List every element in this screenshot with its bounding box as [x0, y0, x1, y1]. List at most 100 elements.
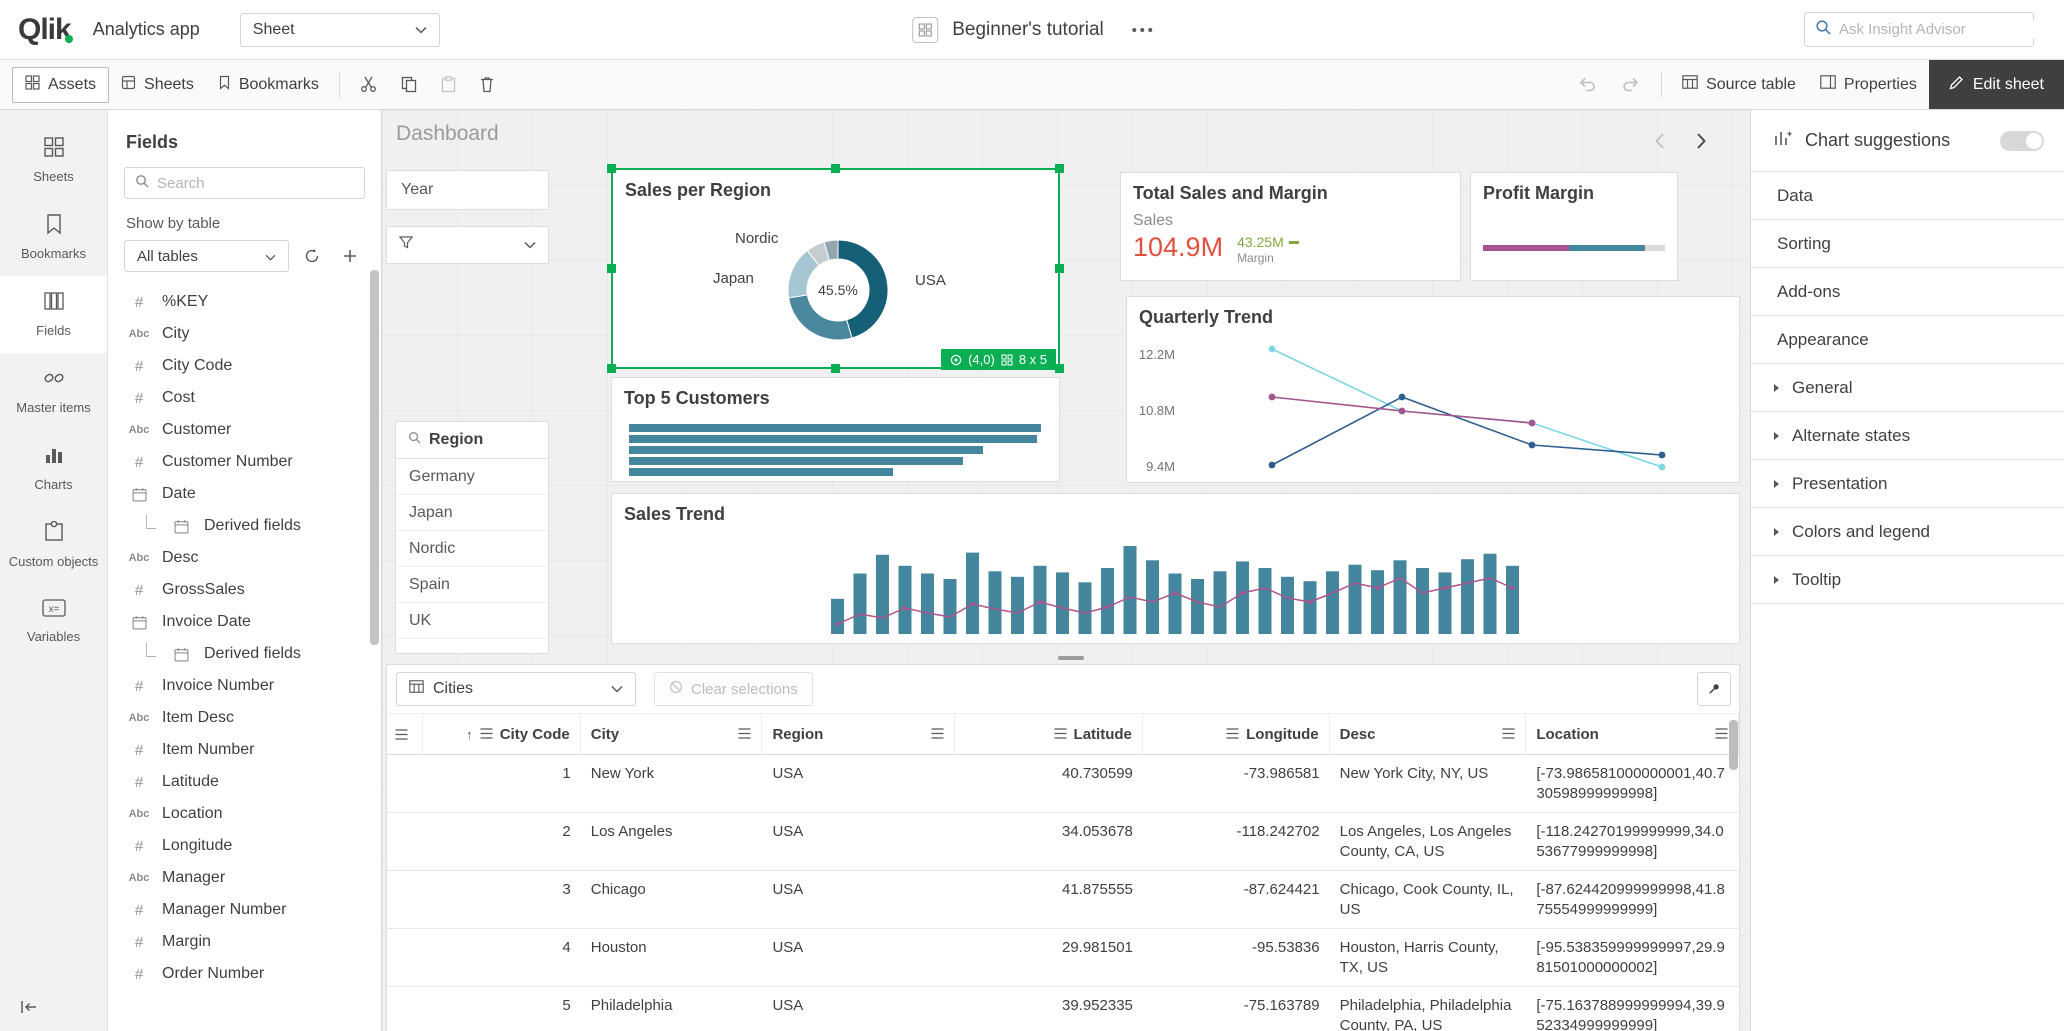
cell-longitude[interactable]: -73.986581 [1143, 755, 1330, 812]
cell-city-code[interactable]: 5 [423, 987, 581, 1031]
fields-search[interactable] [124, 167, 365, 199]
region-option-japan[interactable]: Japan [396, 495, 548, 531]
prop-subsection-presentation[interactable]: Presentation [1751, 460, 2064, 508]
column-header-desc[interactable]: Desc [1330, 714, 1527, 754]
bookmarks-button[interactable]: Bookmarks [206, 68, 331, 102]
field-item-grosssales[interactable]: #GrossSales [108, 574, 381, 606]
resize-handle[interactable] [607, 164, 616, 173]
copy-icon[interactable] [389, 76, 429, 93]
cell-region[interactable]: USA [762, 871, 955, 928]
undo-icon[interactable] [1565, 76, 1609, 93]
next-sheet-icon[interactable] [1686, 126, 1716, 156]
cell-city[interactable]: Philadelphia [581, 987, 763, 1031]
cell-city-code[interactable]: 1 [423, 755, 581, 812]
table-scrollbar[interactable] [1729, 720, 1738, 770]
resize-handle[interactable] [607, 364, 616, 373]
cell-region[interactable]: USA [762, 929, 955, 986]
cell-desc[interactable]: Philadelphia, Philadelphia County, PA, U… [1330, 987, 1527, 1031]
cell-location[interactable]: [-73.986581000000001,40.730598999999998] [1526, 755, 1739, 812]
assets-button[interactable]: Assets [12, 67, 109, 103]
chart-quarterly-trend[interactable]: Quarterly Trend 12.2M10.8M9.4M [1126, 296, 1740, 483]
region-option-spain[interactable]: Spain [396, 567, 548, 603]
cell-longitude[interactable]: -75.163789 [1143, 987, 1330, 1031]
customer-bar[interactable] [629, 424, 1041, 432]
customer-bar[interactable] [629, 446, 983, 454]
clear-selections-button[interactable]: Clear selections [654, 672, 813, 706]
field-item-item-desc[interactable]: AbcItem Desc [108, 702, 381, 734]
cell-desc[interactable]: Los Angeles, Los Angeles County, CA, US [1330, 813, 1527, 870]
field-item-cost[interactable]: #Cost [108, 382, 381, 414]
prop-section-sorting[interactable]: Sorting [1751, 220, 2064, 268]
filter-dropdown[interactable] [386, 226, 549, 264]
delete-icon[interactable] [468, 76, 506, 93]
field-item-latitude[interactable]: #Latitude [108, 766, 381, 798]
resize-handle[interactable] [1055, 364, 1064, 373]
table-row[interactable]: 2Los AngelesUSA34.053678-118.242702Los A… [387, 813, 1739, 871]
cities-dimension-select[interactable]: Cities [396, 672, 636, 706]
previous-sheet-icon[interactable] [1644, 126, 1674, 156]
field-item-order-number[interactable]: #Order Number [108, 958, 381, 986]
column-header-city[interactable]: City [581, 714, 763, 754]
prop-subsection-colors-and-legend[interactable]: Colors and legend [1751, 508, 2064, 556]
source-table-button[interactable]: Source table [1670, 68, 1808, 101]
reload-fields-icon[interactable] [297, 241, 327, 271]
field-item-derived-fields[interactable]: Derived fields [108, 638, 381, 670]
column-header-region[interactable]: Region [762, 714, 955, 754]
cell-region[interactable]: USA [762, 813, 955, 870]
cell-longitude[interactable]: -87.624421 [1143, 871, 1330, 928]
add-field-icon[interactable] [335, 241, 365, 271]
cell-desc[interactable]: Chicago, Cook County, IL, US [1330, 871, 1527, 928]
properties-button[interactable]: Properties [1808, 68, 1929, 101]
paste-icon[interactable] [429, 76, 468, 93]
sheets-button[interactable]: Sheets [109, 68, 206, 102]
rail-item-bookmarks[interactable]: Bookmarks [0, 199, 107, 276]
combo-chart-area[interactable] [612, 494, 1739, 643]
customer-bar[interactable] [629, 435, 1037, 443]
table-row[interactable]: 4HoustonUSA29.981501-95.53836Houston, Ha… [387, 929, 1739, 987]
cell-city-code[interactable]: 4 [423, 929, 581, 986]
prop-subsection-alternate-states[interactable]: Alternate states [1751, 412, 2064, 460]
cell-location[interactable]: [-95.538359999999997,29.981501000000002] [1526, 929, 1739, 986]
chart-sales-per-region[interactable]: Sales per Region 45.5% Nordic Japan USA … [611, 168, 1060, 369]
cell-city[interactable]: Los Angeles [581, 813, 763, 870]
chart-top-5-customers[interactable]: Top 5 Customers [611, 377, 1060, 482]
rail-item-sheets[interactable]: Sheets [0, 122, 107, 199]
column-header-city-code[interactable]: ↑City Code [423, 714, 581, 754]
cell-latitude[interactable]: 34.053678 [955, 813, 1143, 870]
cell-desc[interactable]: Houston, Harris County, TX, US [1330, 929, 1527, 986]
column-menu-icon[interactable] [1502, 726, 1515, 743]
column-menu-icon[interactable] [738, 726, 751, 743]
field-item-item-number[interactable]: #Item Number [108, 734, 381, 766]
field-item-manager[interactable]: AbcManager [108, 862, 381, 894]
field-item-longitude[interactable]: #Longitude [108, 830, 381, 862]
column-menu-icon[interactable] [1226, 726, 1239, 743]
table-row[interactable]: 3ChicagoUSA41.875555-87.624421Chicago, C… [387, 871, 1739, 929]
search-input[interactable] [1839, 21, 2038, 38]
field-item-desc[interactable]: AbcDesc [108, 542, 381, 574]
field-item-manager-number[interactable]: #Manager Number [108, 894, 381, 926]
column-menu-icon[interactable] [480, 726, 493, 743]
field-item-date[interactable]: Date [108, 478, 381, 510]
field-item-location[interactable]: AbcLocation [108, 798, 381, 830]
region-option-germany[interactable]: Germany [396, 459, 548, 495]
field-item-city-code[interactable]: #City Code [108, 350, 381, 382]
resize-handle[interactable] [607, 264, 616, 273]
cell-latitude[interactable]: 39.952335 [955, 987, 1143, 1031]
insight-advisor-search[interactable] [1804, 12, 2034, 47]
resize-handle[interactable] [1055, 164, 1064, 173]
rail-item-fields[interactable]: Fields [0, 276, 107, 353]
sheet-canvas[interactable]: Dashboard Year Sales per Region 45.5% No… [382, 110, 1750, 1031]
column-header-latitude[interactable]: Latitude [955, 714, 1143, 754]
cell-city-code[interactable]: 3 [423, 871, 581, 928]
rail-item-master-items[interactable]: Master items [0, 353, 107, 430]
column-menu-icon[interactable] [1054, 726, 1067, 743]
resize-handle[interactable] [831, 364, 840, 373]
rail-item-custom-objects[interactable]: Custom objects [0, 507, 107, 584]
cell-region[interactable]: USA [762, 987, 955, 1031]
prop-section-data[interactable]: Data [1751, 172, 2064, 220]
redo-icon[interactable] [1609, 76, 1653, 93]
resize-handle[interactable] [831, 164, 840, 173]
chart-sales-trend[interactable]: Sales Trend [611, 493, 1740, 644]
rail-item-variables[interactable]: x=Variables [0, 584, 107, 659]
cities-table-panel[interactable]: Cities Clear selections ↑City CodeCityRe… [386, 664, 1740, 1031]
